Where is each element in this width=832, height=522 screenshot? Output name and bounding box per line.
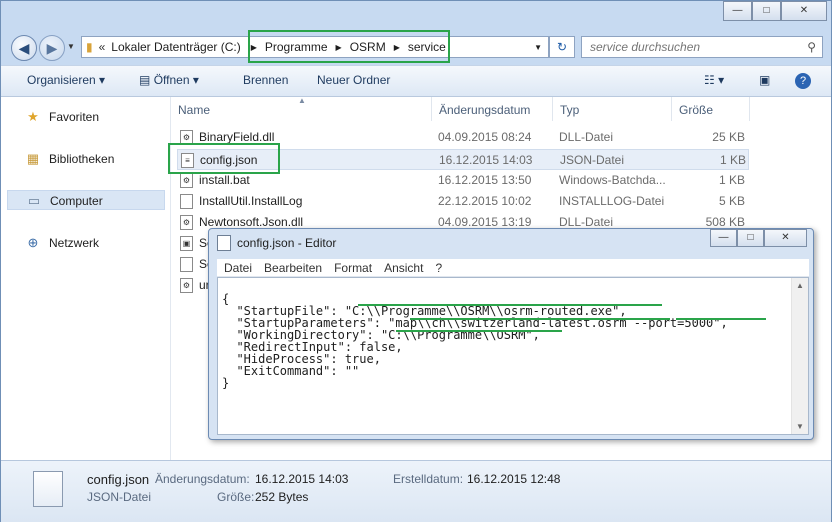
details-created-label: Erstelldatum: <box>393 472 464 486</box>
recent-pages-dropdown[interactable]: ▼ <box>67 42 75 51</box>
editor-close-button[interactable]: ✕ <box>764 229 807 247</box>
nav-item-computer[interactable]: ▭ Computer <box>7 190 165 210</box>
sort-ascending-icon: ▲ <box>298 96 306 105</box>
path-highlight <box>248 30 450 63</box>
dll-icon: ⚙ <box>180 215 193 230</box>
menu-help[interactable]: ? <box>435 261 442 275</box>
scroll-down-icon[interactable]: ▼ <box>796 422 804 431</box>
notepad-icon: ▤ <box>139 73 151 87</box>
column-header: Name ▲ Änderungsdatum Typ Größe <box>171 96 831 121</box>
nav-item-network[interactable]: ⊕ Netzwerk <box>7 233 165 253</box>
column-name[interactable]: Name <box>178 103 210 117</box>
port-underline <box>676 318 766 320</box>
details-size-value: 252 Bytes <box>255 490 309 504</box>
details-modified-label: Änderungsdatum: <box>155 472 250 486</box>
back-arrow-icon: ◀ <box>18 40 30 56</box>
menu-bearbeiten[interactable]: Bearbeiten <box>264 261 322 275</box>
details-pane: config.json JSON-Datei Änderungsdatum: 1… <box>1 460 831 522</box>
details-size-label: Größe: <box>217 490 255 504</box>
search-input[interactable] <box>582 37 792 57</box>
refresh-button[interactable]: ↻ <box>549 36 575 58</box>
crumb-drive[interactable]: Lokaler Datenträger (C:) <box>111 40 240 54</box>
address-overflow[interactable]: « <box>99 40 106 54</box>
computer-icon: ▭ <box>27 193 41 208</box>
search-icon[interactable]: ⚲ <box>807 40 816 54</box>
nav-item-favorites[interactable]: ★ Favoriten <box>7 107 165 127</box>
map-path-underline <box>410 318 670 320</box>
config-code: { "StartupFile": "C:\\Programme\\OSRM\\o… <box>222 281 728 389</box>
close-button[interactable]: ✕ <box>781 1 827 21</box>
view-options-button[interactable]: ☷ ▾ <box>704 73 724 87</box>
column-size[interactable]: Größe <box>679 103 713 117</box>
library-icon: ▦ <box>26 151 40 166</box>
code-line: "ExitCommand": "" <box>222 364 360 378</box>
file-row[interactable]: InstallUtil.InstallLog 22.12.2015 10:02 … <box>177 191 749 212</box>
startupfile-underline <box>358 304 662 306</box>
burn-button[interactable]: Brennen <box>243 73 288 87</box>
notepad-icon <box>217 235 231 251</box>
network-icon: ⊕ <box>27 235 39 250</box>
editor-title: config.json - Editor <box>237 236 337 250</box>
star-icon: ★ <box>27 109 39 124</box>
nav-item-libraries[interactable]: ▦ Bibliotheken <box>7 149 165 169</box>
file-row[interactable]: ⚙ ur <box>177 275 210 296</box>
preview-pane-button[interactable]: ▣ <box>759 73 770 87</box>
command-toolbar: Organisieren ▾ ▤ Öffnen ▾ Brennen Neuer … <box>1 65 831 97</box>
file-icon <box>180 257 193 272</box>
editor-minimize-button[interactable]: — <box>710 229 737 247</box>
forward-arrow-icon: ▶ <box>46 40 58 56</box>
navigation-pane: ★ Favoriten ▦ Bibliotheken ▭ Computer ⊕ Netz… <box>1 97 171 460</box>
back-button[interactable]: ◀ <box>11 35 37 61</box>
organize-button[interactable]: Organisieren ▾ <box>27 73 105 87</box>
forward-button[interactable]: ▶ <box>39 35 65 61</box>
scroll-up-icon[interactable]: ▲ <box>796 281 804 290</box>
menu-datei[interactable]: Datei <box>224 261 252 275</box>
address-dropdown-icon[interactable]: ▼ <box>534 43 542 52</box>
menu-format[interactable]: Format <box>334 261 372 275</box>
details-file-name: config.json <box>87 472 150 487</box>
maximize-button[interactable]: □ <box>752 1 781 21</box>
file-icon <box>180 194 193 209</box>
help-icon[interactable]: ? <box>795 73 811 89</box>
open-button[interactable]: ▤ Öffnen ▾ <box>139 73 199 87</box>
column-date[interactable]: Änderungsdatum <box>439 103 530 117</box>
details-created-value: 16.12.2015 12:48 <box>467 472 561 486</box>
exe-icon: ▣ <box>180 236 193 251</box>
details-modified-value: 16.12.2015 14:03 <box>255 472 349 486</box>
editor-text-area[interactable]: { "StartupFile": "C:\\Programme\\OSRM\\o… <box>217 277 809 435</box>
editor-menu-bar: Datei Bearbeiten Format Ansicht ? <box>217 259 809 277</box>
workingdir-underline <box>396 330 562 332</box>
file-row[interactable]: ▣ Se <box>177 233 214 254</box>
column-type[interactable]: Typ <box>560 103 579 117</box>
minimize-button[interactable]: — <box>723 1 752 21</box>
search-box[interactable]: ⚲ <box>581 36 823 58</box>
code-line: } <box>222 376 230 390</box>
menu-ansicht[interactable]: Ansicht <box>384 261 423 275</box>
new-folder-button[interactable]: Neuer Ordner <box>317 73 390 87</box>
title-bar: — □ ✕ <box>1 1 831 29</box>
bat-icon: ⚙ <box>180 173 193 188</box>
refresh-icon: ↻ <box>556 40 568 54</box>
folder-icon: ▮ <box>86 40 93 54</box>
file-row[interactable]: Se <box>177 254 214 275</box>
notepad-window: config.json - Editor — □ ✕ Datei Bearbei… <box>208 228 814 440</box>
bat-icon: ⚙ <box>180 278 193 293</box>
editor-scrollbar[interactable]: ▲ ▼ <box>791 278 808 434</box>
details-file-type: JSON-Datei <box>87 490 152 504</box>
json-file-large-icon <box>33 471 63 507</box>
file-highlight <box>168 143 280 174</box>
editor-maximize-button[interactable]: □ <box>737 229 764 247</box>
